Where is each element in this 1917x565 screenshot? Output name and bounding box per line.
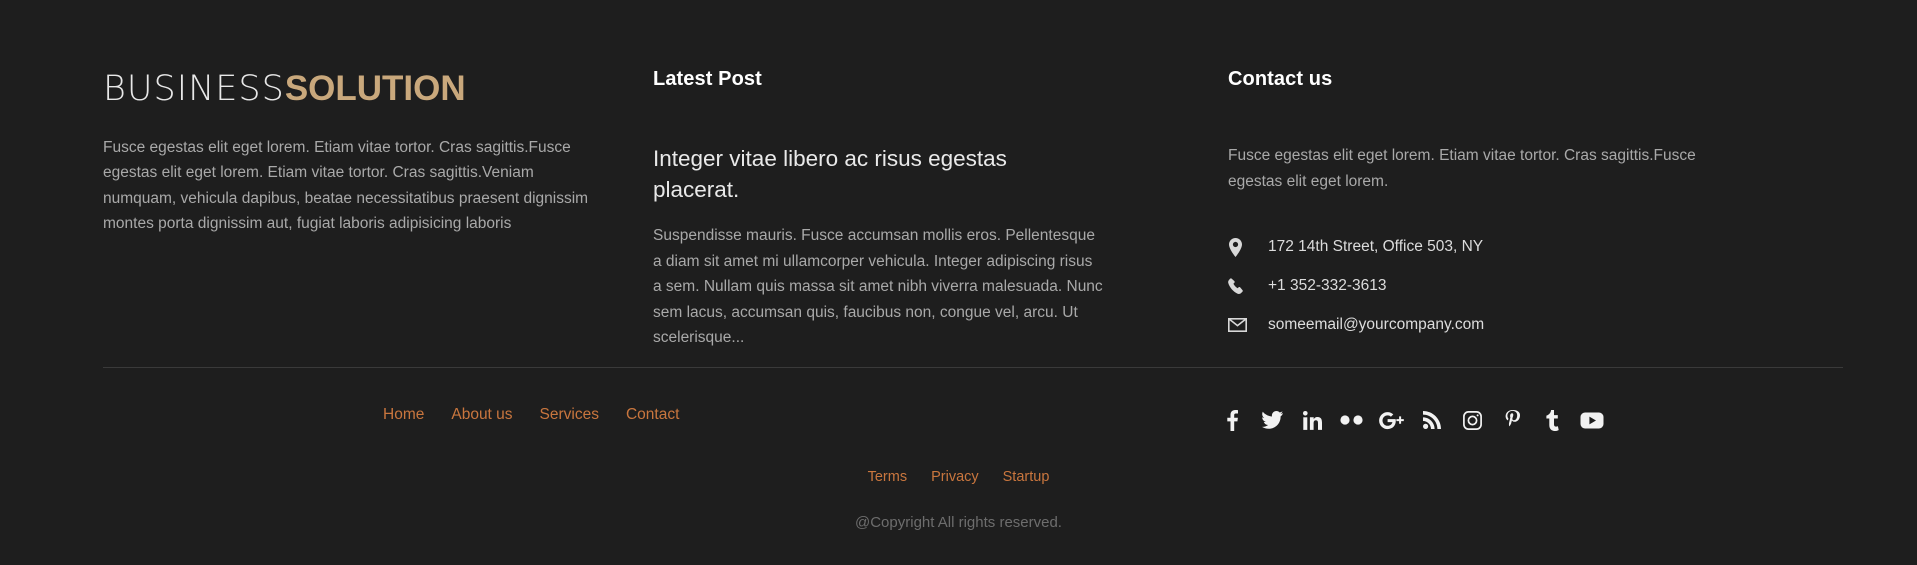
nav-link-home[interactable]: Home — [383, 405, 424, 425]
tumblr-icon[interactable] — [1532, 400, 1572, 440]
social-links — [1212, 400, 1612, 440]
contact-description: Fusce egestas elit eget lorem. Etiam vit… — [1228, 147, 1696, 190]
footer-column-contact: Contact us Fusce egestas elit eget lorem… — [1225, 0, 1915, 353]
contact-address-value: 172 14th Street, Office 503, NY — [1268, 238, 1484, 255]
contact-row-address: 172 14th Street, Office 503, NY — [1228, 236, 1915, 258]
footer-divider — [103, 367, 1843, 368]
contact-email-value: someemail@yourcompany.com — [1268, 316, 1485, 333]
site-footer: BUSINESSSOLUTION Fusce egestas elit eget… — [0, 0, 1917, 565]
nav-link-services[interactable]: Services — [540, 405, 599, 425]
contact-phone-value: +1 352-332-3613 — [1268, 277, 1387, 294]
footer-column-brand: BUSINESSSOLUTION Fusce egestas elit eget… — [0, 0, 625, 353]
bottom-link-startup[interactable]: Startup — [1003, 468, 1050, 487]
nav-link-about-us[interactable]: About us — [451, 405, 512, 425]
brand-logo-light: BUSINESS — [103, 69, 285, 109]
brand-logo-bold: SOLUTION — [284, 69, 466, 108]
brand-logo[interactable]: BUSINESSSOLUTION — [103, 69, 625, 109]
contact-heading: Contact us — [1228, 68, 1333, 90]
contact-row-email[interactable]: someemail@yourcompany.com — [1228, 314, 1915, 336]
footer-nav: Home About us Services Contact — [383, 405, 679, 425]
footer-mid-row: Home About us Services Contact — [0, 400, 1917, 450]
youtube-icon[interactable] — [1572, 400, 1612, 440]
latest-post-heading: Latest Post — [653, 68, 762, 90]
footer-column-latest-post: Latest Post Integer vitae libero ac risu… — [625, 0, 1225, 353]
map-pin-icon — [1228, 237, 1262, 257]
linkedin-icon[interactable] — [1292, 400, 1332, 440]
phone-icon — [1228, 277, 1262, 295]
flickr-icon[interactable] — [1332, 400, 1372, 440]
footer-bottom-links: Terms Privacy Startup — [0, 468, 1917, 487]
contact-row-phone[interactable]: +1 352-332-3613 — [1228, 275, 1915, 297]
instagram-icon[interactable] — [1452, 400, 1492, 440]
bottom-link-terms[interactable]: Terms — [868, 468, 907, 487]
rss-icon[interactable] — [1412, 400, 1452, 440]
twitter-icon[interactable] — [1252, 400, 1292, 440]
latest-post-title[interactable]: Integer vitae libero ac risus egestas pl… — [653, 143, 1053, 205]
facebook-icon[interactable] — [1212, 400, 1252, 440]
envelope-icon — [1228, 318, 1262, 332]
latest-post-body: Suspendisse mauris. Fusce accumsan molli… — [653, 227, 1103, 346]
brand-description: Fusce egestas elit eget lorem. Etiam vit… — [103, 138, 589, 233]
bottom-link-privacy[interactable]: Privacy — [931, 468, 979, 487]
footer-columns: BUSINESSSOLUTION Fusce egestas elit eget… — [0, 0, 1917, 353]
nav-link-contact[interactable]: Contact — [626, 405, 679, 425]
copyright-text: @Copyright All rights reserved. — [855, 514, 1062, 531]
pinterest-icon[interactable] — [1492, 400, 1532, 440]
google-plus-icon[interactable] — [1372, 400, 1412, 440]
